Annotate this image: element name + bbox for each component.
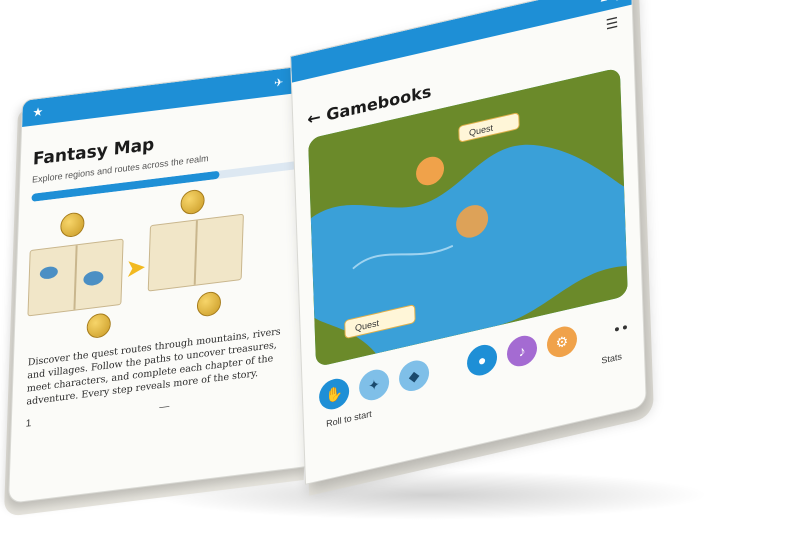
dot	[622, 324, 628, 330]
map-blob	[83, 270, 104, 287]
coin-icon	[59, 211, 85, 239]
left-status-bar: ★ ✈ ▲ ▮	[22, 63, 323, 128]
wifi-icon: ▲	[598, 0, 609, 6]
right-page: ▲ ▮ ☰ ← Gamebooks Quest Quest ✋ ✦ ◆ ●	[290, 0, 647, 485]
page-number: 1	[25, 418, 32, 430]
arrow-left-icon[interactable]: ←	[307, 107, 321, 129]
left-page: ★ ✈ ▲ ▮ Fantasy Map Explore regions and …	[7, 62, 324, 504]
airplane-icon: ✈	[273, 76, 284, 90]
coin-icon	[86, 312, 112, 340]
drop-icon[interactable]: ◆	[398, 357, 430, 395]
hand-icon[interactable]: ✋	[318, 375, 350, 413]
book-spine	[73, 245, 78, 310]
person-icon[interactable]: ●	[466, 341, 498, 379]
fish-icon[interactable]: ✦	[358, 366, 390, 404]
battery-icon: ▮	[615, 0, 621, 2]
arrow-right-icon: ➤	[126, 253, 146, 282]
coin-icon	[180, 188, 206, 216]
music-icon[interactable]: ♪	[506, 332, 538, 370]
coin-icon	[196, 290, 222, 318]
footer-marker: —	[159, 400, 170, 414]
open-book-icon	[147, 213, 244, 292]
settings-icon[interactable]: ⚙	[546, 323, 578, 361]
open-book-icon	[27, 238, 124, 317]
star-icon: ★	[32, 104, 44, 120]
hamburger-icon[interactable]: ☰	[605, 14, 618, 34]
book-illustration: ➤	[26, 176, 307, 351]
status-icons: ▲ ▮	[598, 0, 621, 6]
book-spine	[193, 220, 198, 285]
dot	[614, 326, 620, 332]
map-blob	[39, 265, 59, 280]
more-icon[interactable]	[614, 324, 628, 332]
